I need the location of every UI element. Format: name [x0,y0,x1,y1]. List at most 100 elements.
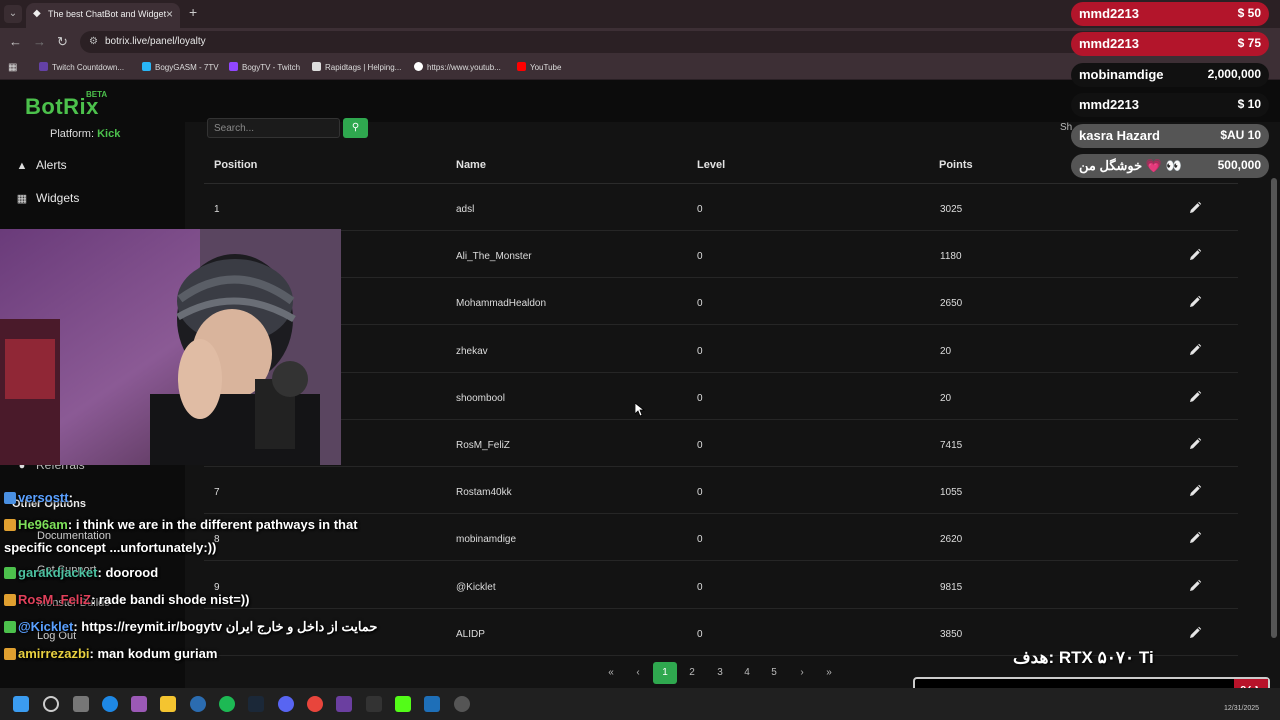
folder-icon[interactable] [160,696,176,712]
bookmark-item[interactable]: https://www.youtub... [414,62,501,72]
page-button[interactable]: › [794,662,810,684]
page-button-active[interactable]: 1 [653,662,677,684]
chat-username[interactable]: garakdjacket [18,565,98,580]
chat-message: versostt: [4,490,73,505]
browser-tab[interactable]: ◆ The best ChatBot and Widgets × [26,3,180,28]
cell-name: zhekav [456,345,488,357]
cell-points: 1055 [940,487,963,499]
obs-icon[interactable] [454,696,470,712]
app-icon[interactable] [424,696,440,712]
column-header-level[interactable]: Level [697,159,725,171]
chat-username[interactable]: versostt [18,490,69,505]
table-row: RosM_FeliZ 0 7415 [204,420,1238,467]
edit-pencil-icon[interactable] [1188,343,1202,357]
bookmark-item[interactable]: BogyGASM - 7TV [142,62,219,72]
edit-pencil-icon[interactable] [1188,295,1202,309]
windows-start-icon[interactable] [13,696,29,712]
edge-icon[interactable] [102,696,118,712]
cell-level: 0 [697,534,703,546]
chat-text: : [68,490,73,505]
chat-badge-icon [4,621,16,633]
scrollbar[interactable] [1271,178,1277,638]
showing-text: Sh [1060,122,1073,133]
chrome-icon[interactable] [307,696,323,712]
spotify-icon[interactable] [219,696,235,712]
chat-username[interactable]: He96am [18,517,68,532]
bookmark-item[interactable]: Twitch Countdown... [39,62,124,72]
page-button[interactable]: 2 [684,662,700,684]
column-header-position[interactable]: Position [214,159,257,171]
cell-points: 20 [940,345,952,357]
page-button[interactable]: 4 [739,662,755,684]
tab-search-icon[interactable]: ⌄ [4,5,22,23]
site-info-icon[interactable]: ⚙ [89,36,98,47]
bookmark-item[interactable]: BogyTV - Twitch [229,62,300,72]
chat-text: : https://reymit.ir/bogytv حمایت از داخل… [73,619,378,634]
apps-icon[interactable]: ▦ [8,62,17,73]
donor-name: mobinamdige [1079,67,1164,82]
google-icon [414,62,423,71]
cell-name: adsl [456,204,475,215]
url-text: botrix.live/panel/loyalty [105,36,206,47]
donation-entry: kasra Hazard $AU 10 [1071,124,1269,148]
column-header-points[interactable]: Points [939,159,973,171]
new-tab-icon[interactable]: + [189,4,197,20]
app-icon[interactable] [366,696,382,712]
forward-icon[interactable]: → [33,34,46,49]
page-button[interactable]: ‹ [630,662,646,684]
edit-pencil-icon[interactable] [1188,390,1202,404]
page-button[interactable]: « [603,662,619,684]
edit-pencil-icon[interactable] [1188,201,1202,215]
sidebar-item-alerts[interactable]: ▲ Alerts [14,158,67,172]
webcam-overlay [0,229,341,465]
twitch-icon [39,62,48,71]
r-app-icon[interactable] [336,696,352,712]
edit-pencil-icon[interactable] [1188,484,1202,498]
page-button[interactable]: 3 [712,662,728,684]
cell-points: 3025 [940,204,963,215]
twitch-icon [229,62,238,71]
chat-message: specific concept ...unfortunately:)) [4,540,216,555]
kick-icon[interactable] [395,696,411,712]
page-button[interactable]: » [821,662,837,684]
reload-icon[interactable]: ↻ [57,34,68,50]
goal-title: هدف: RTX ۵۰۷۰ Ti [1013,648,1154,667]
chat-message: garakdjacket: doorood [4,565,158,580]
cell-name: shoombool [456,392,505,404]
cell-points: 1180 [940,251,962,263]
wordpad-icon[interactable] [190,696,206,712]
table-row: 8 mobinamdige 0 2620 [204,514,1238,562]
table-row: 1 adsl 0 3025 [204,184,1238,231]
chat-username[interactable]: @Kicklet [18,619,73,634]
bookmark-item[interactable]: YouTube [517,62,561,72]
steam-icon[interactable] [248,696,264,712]
donation-amount: $ 50 [1237,6,1261,20]
chat-username[interactable]: amirrezazbi [18,646,90,661]
copilot-icon[interactable] [131,696,147,712]
edit-pencil-icon[interactable] [1188,437,1202,451]
chat-username[interactable]: RosM_FeliZ [18,592,91,607]
botrix-favicon-icon: ◆ [33,8,41,19]
mouse-cursor-icon [635,403,645,417]
close-tab-icon[interactable]: × [166,7,173,21]
search-input[interactable]: Search... [207,118,340,138]
discord-icon[interactable] [278,696,294,712]
bookmark-item[interactable]: Rapidtags | Helping... [312,62,401,72]
edit-pencil-icon[interactable] [1188,626,1202,640]
task-view-icon[interactable] [73,696,89,712]
donation-entry: mmd2213 $ 75 [1071,32,1269,56]
cell-level: 0 [697,581,703,593]
page-button[interactable]: 5 [766,662,782,684]
sidebar-item-widgets[interactable]: ▦ Widgets [14,191,80,205]
edit-pencil-icon[interactable] [1188,579,1202,593]
edit-pencil-icon[interactable] [1188,248,1202,262]
donor-name: mmd2213 [1079,97,1139,112]
edit-pencil-icon[interactable] [1188,531,1202,545]
search-icon[interactable] [43,696,59,712]
column-header-name[interactable]: Name [456,159,486,171]
search-button[interactable]: ⚲ [343,118,368,138]
back-icon[interactable]: ← [9,34,22,49]
cell-name: RosM_FeliZ [456,440,510,451]
cell-points: 7415 [940,440,963,451]
table-row: MohammadHealdon 0 2650 [204,278,1238,326]
